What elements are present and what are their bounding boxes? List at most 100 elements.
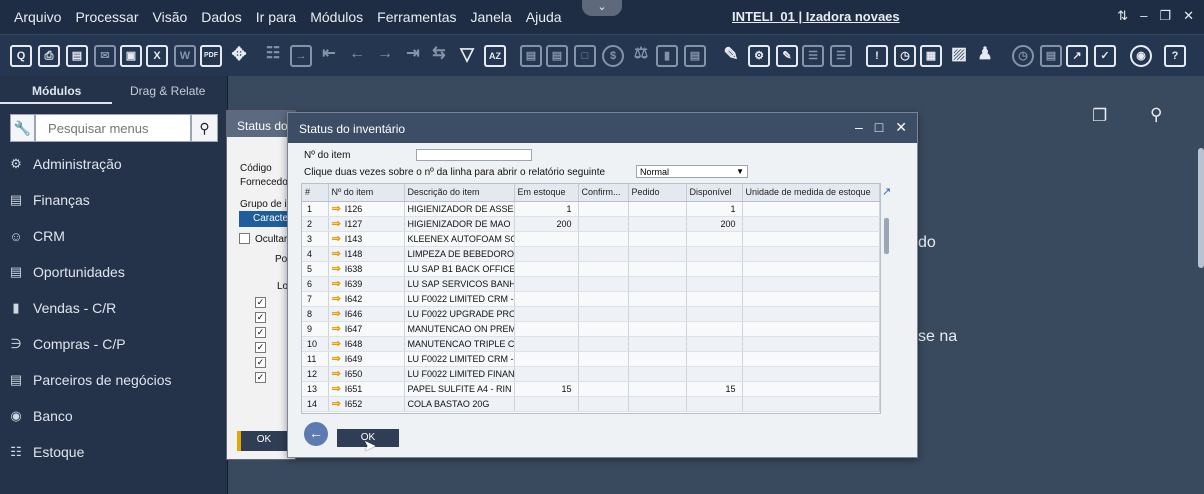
in-stock-cell[interactable] — [514, 291, 579, 307]
available-cell[interactable]: 15 — [686, 381, 743, 397]
item-description-cell[interactable]: COLA BASTAO 20G — [404, 396, 515, 412]
in-stock-cell[interactable] — [514, 321, 579, 337]
column-header[interactable]: Confirm... — [578, 184, 629, 202]
item-code-cell[interactable]: ⇒ I639 — [328, 276, 405, 292]
sticky-note-icon[interactable]: ❐ — [1092, 106, 1107, 126]
menu-visao[interactable]: Visão — [153, 9, 188, 25]
base-doc-icon[interactable]: ▤ — [520, 45, 542, 67]
menu-ferramentas[interactable]: Ferramentas — [377, 9, 456, 25]
calculator-icon[interactable]: ◷ — [894, 45, 916, 67]
item-description-cell[interactable]: LU SAP B1 BACK OFFICE — [404, 261, 515, 277]
help-icon[interactable]: ? — [1164, 45, 1186, 67]
search-menus-input[interactable] — [35, 114, 192, 142]
row-number[interactable]: 4 — [302, 246, 329, 262]
row-checkbox[interactable]: ✓ — [255, 372, 266, 383]
next-icon[interactable]: → — [374, 45, 396, 67]
tab-drag-relate[interactable]: Drag & Relate — [112, 76, 205, 104]
print-icon[interactable]: ⎙ — [38, 45, 60, 67]
row-checkbox[interactable]: ✓ — [255, 357, 266, 368]
report-icon[interactable]: ↗ — [1066, 45, 1088, 67]
module-vendas[interactable]: ▮ Vendas - C/R — [0, 290, 228, 326]
payment-icon[interactable]: $ — [602, 45, 624, 67]
ordered-cell[interactable] — [628, 366, 687, 382]
column-header[interactable]: Nº do item — [328, 184, 405, 202]
row-number[interactable]: 3 — [302, 231, 329, 247]
item-description-cell[interactable]: PAPEL SULFITE A4 - RIN — [404, 381, 515, 397]
table-row[interactable]: 11 ⇒ I649 LU F0022 LIMITED CRM - — [302, 351, 880, 367]
item-description-cell[interactable]: MANUTENCAO ON PREM — [404, 321, 515, 337]
link-arrow-icon[interactable]: ⇒ — [332, 293, 341, 305]
ordered-cell[interactable] — [628, 201, 687, 217]
uom-cell[interactable] — [742, 216, 880, 232]
available-cell[interactable] — [686, 351, 743, 367]
background-ok-button[interactable]: OK — [237, 431, 287, 451]
sort-icon[interactable]: AZ — [484, 45, 506, 67]
item-code-cell[interactable]: ⇒ I646 — [328, 306, 405, 322]
uom-cell[interactable] — [742, 276, 880, 292]
uom-cell[interactable] — [742, 336, 880, 352]
row-number[interactable]: 8 — [302, 306, 329, 322]
uom-cell[interactable] — [742, 246, 880, 262]
available-cell[interactable] — [686, 291, 743, 307]
menu-ajuda[interactable]: Ajuda — [526, 9, 562, 25]
refresh-icon[interactable]: ⇆ — [428, 45, 450, 67]
module-administracao[interactable]: ⚙ Administração — [0, 146, 228, 182]
committed-cell[interactable] — [578, 291, 629, 307]
minimize-icon[interactable]: – — [1140, 8, 1147, 24]
ordered-cell[interactable] — [628, 321, 687, 337]
add-icon[interactable]: → — [290, 45, 312, 67]
first-icon[interactable]: ⇤ — [318, 45, 340, 67]
module-compras[interactable]: ∋ Compras - C/P — [0, 326, 228, 362]
in-stock-cell[interactable] — [514, 306, 579, 322]
maximize-icon[interactable]: ❐ — [1159, 8, 1171, 24]
item-code-cell[interactable]: ⇒ I127 — [328, 216, 405, 232]
item-description-cell[interactable]: LIMPEZA DE BEBEDORO — [404, 246, 515, 262]
table-row[interactable]: 6 ⇒ I639 LU SAP SERVICOS BANH — [302, 276, 880, 292]
committed-cell[interactable] — [578, 321, 629, 337]
in-stock-cell[interactable] — [514, 231, 579, 247]
link-arrow-icon[interactable]: ⇒ — [332, 338, 341, 350]
column-header[interactable]: Unidade de medida de estoque — [742, 184, 880, 202]
close-icon[interactable]: ✕ — [895, 119, 907, 136]
module-oportunidades[interactable]: ▤ Oportunidades — [0, 254, 228, 290]
excel-icon[interactable]: X — [146, 45, 168, 67]
row-number[interactable]: 1 — [302, 201, 329, 217]
settings-icon[interactable]: ⚖ — [630, 45, 652, 67]
item-description-cell[interactable]: LU F0022 LIMITED CRM - — [404, 351, 515, 367]
column-header[interactable]: Descrição do item — [404, 184, 515, 202]
report-type-select[interactable]: Normal — [636, 165, 748, 178]
row-number[interactable]: 13 — [302, 381, 329, 397]
available-cell[interactable] — [686, 366, 743, 382]
available-cell[interactable]: 1 — [686, 201, 743, 217]
item-code-cell[interactable]: ⇒ I148 — [328, 246, 405, 262]
in-stock-cell[interactable]: 15 — [514, 381, 579, 397]
item-description-cell[interactable]: HIGIENIZADOR DE ASSE — [404, 201, 515, 217]
item-description-cell[interactable]: LU F0022 UPGRADE PRO — [404, 306, 515, 322]
grid-scrollbar[interactable] — [884, 218, 889, 254]
collapse-toolbar-icon[interactable]: ⌄ — [582, 0, 622, 16]
item-code-cell[interactable]: ⇒ I651 — [328, 381, 405, 397]
ordered-cell[interactable] — [628, 336, 687, 352]
committed-cell[interactable] — [578, 201, 629, 217]
available-cell[interactable] — [686, 306, 743, 322]
committed-cell[interactable] — [578, 216, 629, 232]
committed-cell[interactable] — [578, 336, 629, 352]
table-row[interactable]: 13 ⇒ I651 PAPEL SULFITE A4 - RIN 15 15 — [302, 381, 880, 397]
alert-icon[interactable]: ☰ — [830, 45, 852, 67]
back-arrow-icon[interactable]: ← — [304, 422, 328, 446]
table-row[interactable]: 8 ⇒ I646 LU F0022 UPGRADE PRO — [302, 306, 880, 322]
gross-profit-icon[interactable]: □ — [574, 45, 596, 67]
row-number[interactable]: 12 — [302, 366, 329, 382]
link-arrow-icon[interactable]: ⇒ — [332, 323, 341, 335]
close-icon[interactable]: ✕ — [1183, 8, 1194, 24]
item-code-cell[interactable]: ⇒ I650 — [328, 366, 405, 382]
menu-modulos[interactable]: Módulos — [310, 9, 363, 25]
table-row[interactable]: 2 ⇒ I127 HIGIENIZADOR DE MAO 200 200 — [302, 216, 880, 232]
row-number[interactable]: 14 — [302, 396, 329, 412]
module-estoque[interactable]: ☷ Estoque — [0, 434, 228, 470]
uom-cell[interactable] — [742, 291, 880, 307]
row-checkbox[interactable]: ✓ — [255, 297, 266, 308]
in-stock-cell[interactable] — [514, 351, 579, 367]
ordered-cell[interactable] — [628, 306, 687, 322]
prev-icon[interactable]: ← — [346, 45, 368, 67]
